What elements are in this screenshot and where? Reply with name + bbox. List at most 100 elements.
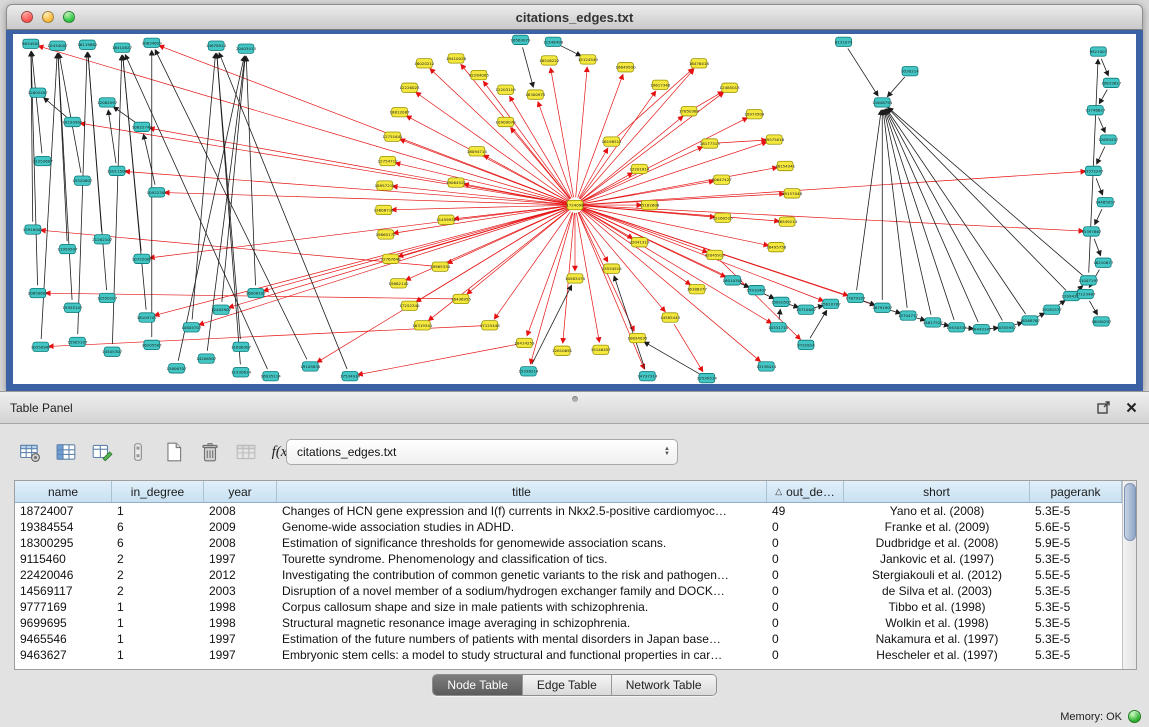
graph-node[interactable]: 15810507 — [771, 297, 792, 306]
graph-node[interactable]: 10822748 — [132, 122, 153, 131]
graph-node[interactable]: 11606307 — [231, 342, 252, 351]
table-cell[interactable]: Jankovic et al. (1997) — [844, 552, 1030, 566]
graph-node[interactable]: 14737314 — [637, 371, 658, 380]
graph-node[interactable]: 15704717 — [898, 311, 919, 320]
table-cell[interactable]: 2003 — [204, 584, 277, 598]
graph-node[interactable]: 15905107 — [67, 337, 88, 346]
graph-node[interactable]: 15610707 — [821, 299, 842, 308]
table-cell[interactable]: 1998 — [204, 616, 277, 630]
graph-node[interactable]: 19575016 — [764, 135, 785, 144]
graph-node[interactable]: 14505307 — [102, 347, 123, 356]
table-cell[interactable]: 1997 — [204, 632, 277, 646]
close-window-button[interactable] — [21, 11, 33, 23]
table-cell[interactable]: 9463627 — [15, 648, 112, 662]
graph-node[interactable]: 11648794 — [872, 98, 893, 107]
graph-node[interactable]: 10647427 — [712, 175, 733, 184]
graph-node[interactable]: 11548498 — [543, 37, 564, 46]
network-graph[interactable]: 1724098185162221512454916649500196173461… — [13, 34, 1136, 384]
table-cell[interactable]: Genome-wide association studies in ADHD. — [277, 520, 767, 534]
table-cell[interactable]: 2 — [112, 552, 204, 566]
table-cell[interactable]: 5.3E-5 — [1030, 600, 1122, 614]
graph-node[interactable]: 17879197 — [845, 293, 866, 302]
graph-node[interactable]: 11253607 — [33, 156, 54, 165]
graph-node[interactable]: 19157048 — [782, 189, 803, 198]
graph-node[interactable]: 17252340 — [399, 301, 420, 310]
table-cell[interactable]: 9777169 — [15, 600, 112, 614]
table-row[interactable]: 1830029562008Estimation of significance … — [15, 535, 1122, 551]
table-cell[interactable]: 1997 — [204, 552, 277, 566]
column-header-name[interactable]: name — [15, 481, 112, 502]
table-cell[interactable]: 0 — [767, 584, 844, 598]
graph-node[interactable]: 10922307 — [147, 188, 168, 197]
graph-node[interactable]: 18495758 — [766, 242, 787, 251]
graph-node[interactable]: 12226023 — [399, 83, 420, 92]
table-cell[interactable]: 49 — [767, 504, 844, 518]
graph-node[interactable]: 12918007 — [23, 225, 44, 234]
table-cell[interactable]: 5.3E-5 — [1030, 632, 1122, 646]
column-header-short[interactable]: short — [844, 481, 1030, 502]
tab-node-table[interactable]: Node Table — [433, 675, 523, 695]
graph-node[interactable]: 11746627 — [1085, 106, 1106, 115]
table-cell[interactable]: 2008 — [204, 504, 277, 518]
graph-node[interactable]: 12550107 — [97, 293, 118, 302]
import-table-button[interactable] — [232, 438, 260, 466]
graph-node[interactable]: 18300975 — [525, 90, 546, 99]
table-cell[interactable]: Tibbo et al. (1998) — [844, 600, 1030, 614]
graph-node[interactable]: 16649500 — [615, 63, 636, 72]
graph-node[interactable]: 10355957 — [996, 323, 1017, 332]
graph-node[interactable]: 16319341 — [412, 321, 433, 330]
table-cell[interactable]: 14569117 — [15, 584, 112, 598]
graph-node[interactable]: 18414253 — [514, 338, 535, 347]
graph-node[interactable]: 18036297 — [1091, 317, 1112, 326]
table-cell[interactable]: Tourette syndrome. Phenomenology and cla… — [277, 552, 767, 566]
graph-node[interactable]: 11459931 — [436, 215, 457, 224]
graph-node[interactable]: 16188377 — [687, 284, 708, 293]
graph-node[interactable]: 12751641 — [383, 132, 404, 141]
graph-node[interactable]: 15336214 — [518, 367, 539, 376]
graph-node[interactable]: 10834035 — [627, 333, 648, 342]
column-header-title[interactable]: title — [277, 481, 767, 502]
table-cell[interactable]: 5.3E-5 — [1030, 552, 1122, 566]
column-header-year[interactable]: year — [204, 481, 277, 502]
graph-node[interactable]: 9530214 — [901, 66, 919, 75]
graph-node[interactable]: 13534514 — [602, 264, 623, 273]
graph-node[interactable]: 16410827 — [112, 43, 133, 52]
graph-node[interactable]: 16268767 — [1020, 316, 1041, 325]
graph-node[interactable]: 17123487 — [1075, 289, 1096, 298]
graph-node[interactable]: 10834629 — [142, 38, 163, 47]
column-header-pagerank[interactable]: pagerank — [1030, 481, 1122, 502]
graph-node[interactable]: 10805707 — [181, 323, 202, 332]
table-cell[interactable]: 1998 — [204, 600, 277, 614]
table-cell[interactable]: 6 — [112, 536, 204, 550]
graph-node[interactable]: 18812087 — [390, 108, 411, 117]
table-cell[interactable]: 1 — [112, 648, 204, 662]
edit-table-button[interactable] — [88, 438, 116, 466]
table-row[interactable]: 911546021997Tourette syndrome. Phenomeno… — [15, 551, 1122, 567]
table-cell[interactable]: 5.5E-5 — [1030, 568, 1122, 582]
graph-node[interactable]: 16119862 — [77, 40, 98, 49]
table-row[interactable]: 1938455462009Genome-wide association stu… — [15, 519, 1122, 535]
graph-node[interactable]: 9921007 — [1090, 47, 1108, 56]
table-cell[interactable]: 0 — [767, 536, 844, 550]
table-scrollbar[interactable] — [1122, 481, 1136, 669]
graph-node[interactable]: 18177313 — [700, 139, 721, 148]
table-cell[interactable]: Estimation of significance thresholds fo… — [277, 536, 767, 550]
zoom-window-button[interactable] — [63, 11, 75, 23]
graph-node[interactable]: 15710607 — [796, 305, 817, 314]
graph-node[interactable]: 10193907 — [62, 117, 83, 126]
graph-node[interactable]: 16436955 — [451, 294, 472, 303]
graph-node[interactable]: 15520807 — [72, 176, 93, 185]
graph-node[interactable]: 10909078 — [496, 117, 517, 126]
graph-node[interactable]: 16020212 — [414, 59, 435, 68]
graph-node[interactable]: 12203119 — [496, 85, 517, 94]
graph-node[interactable]: 10350907 — [31, 342, 52, 351]
table-cell[interactable]: 0 — [767, 520, 844, 534]
table-cell[interactable]: 0 — [767, 568, 844, 582]
table-cell[interactable]: 5.3E-5 — [1030, 584, 1122, 598]
graph-node[interactable]: 16006107 — [246, 288, 267, 297]
table-row[interactable]: 946362711997Embryonic stem cells: a mode… — [15, 647, 1122, 663]
graph-node[interactable]: 11007197 — [1078, 276, 1099, 285]
table-cell[interactable]: 0 — [767, 600, 844, 614]
graph-node[interactable]: 16010307 — [723, 276, 744, 285]
table-cell[interactable]: 1997 — [204, 648, 277, 662]
